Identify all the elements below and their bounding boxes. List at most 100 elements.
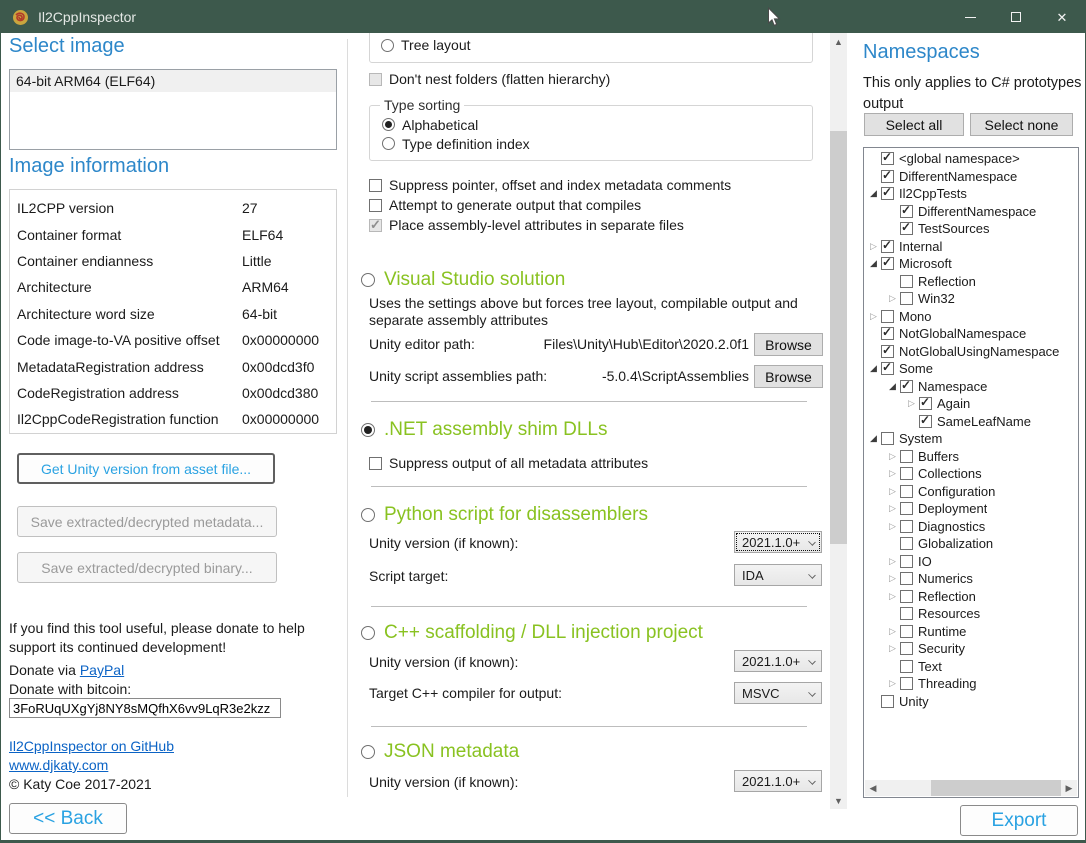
namespace-checkbox[interactable] <box>881 152 894 165</box>
namespace-checkbox[interactable] <box>881 187 894 200</box>
tree-item[interactable]: Namespace <box>866 378 1077 396</box>
vs-solution-radio[interactable] <box>361 273 375 287</box>
type-sorting-option[interactable]: Alphabetical <box>382 115 530 134</box>
namespace-checkbox[interactable] <box>881 310 894 323</box>
namespace-checkbox[interactable] <box>919 397 932 410</box>
namespace-checkbox[interactable] <box>900 205 913 218</box>
py-unity-version-select[interactable]: 2021.1.0+ <box>734 531 822 553</box>
back-button[interactable]: << Back <box>9 803 127 834</box>
namespace-checkbox[interactable] <box>881 695 894 708</box>
cpp-compiler-select[interactable]: MSVC <box>734 682 822 704</box>
tree-item[interactable]: Win32 <box>866 290 1077 308</box>
tree-item[interactable]: IO <box>866 553 1077 571</box>
suppress-metadata-checkbox[interactable] <box>369 457 382 470</box>
tree-layout-radio[interactable] <box>381 39 394 52</box>
expander-icon[interactable] <box>866 433 881 444</box>
python-script-option[interactable]: Python script for disassemblers <box>361 504 648 526</box>
namespace-checkbox[interactable] <box>919 415 932 428</box>
tree-item[interactable]: System <box>866 430 1077 448</box>
tree-item[interactable]: Configuration <box>866 483 1077 501</box>
namespace-checkbox[interactable] <box>900 537 913 550</box>
option-checkbox[interactable] <box>369 219 382 232</box>
tree-item[interactable]: Text <box>866 658 1077 676</box>
expander-icon[interactable] <box>885 678 900 689</box>
type-sorting-radio[interactable] <box>382 137 395 150</box>
vs-solution-option[interactable]: Visual Studio solution <box>361 269 565 291</box>
expander-icon[interactable] <box>885 521 900 532</box>
tree-item[interactable]: DifferentNamespace <box>866 203 1077 221</box>
option-checkbox-row[interactable]: Suppress pointer, offset and index metad… <box>369 175 731 195</box>
tree-item[interactable]: Globalization <box>866 535 1077 553</box>
expander-icon[interactable] <box>866 363 881 374</box>
namespace-checkbox[interactable] <box>881 362 894 375</box>
select-none-button[interactable]: Select none <box>970 113 1073 136</box>
namespace-checkbox[interactable] <box>900 485 913 498</box>
script-assemblies-path-value[interactable]: -5.0.4\ScriptAssemblies <box>541 368 749 384</box>
json-unity-version-select[interactable]: 2021.1.0+ <box>734 770 822 792</box>
tree-item[interactable]: NotGlobalUsingNamespace <box>866 343 1077 361</box>
tree-item[interactable]: Internal <box>866 238 1077 256</box>
tree-item[interactable]: Threading <box>866 675 1077 693</box>
image-listbox[interactable]: 64-bit ARM64 (ELF64) <box>9 69 337 150</box>
cpp-project-radio[interactable] <box>361 626 375 640</box>
tree-item[interactable]: Numerics <box>866 570 1077 588</box>
namespace-checkbox[interactable] <box>900 572 913 585</box>
paypal-link[interactable]: PayPal <box>80 662 124 678</box>
option-checkbox[interactable] <box>369 179 382 192</box>
namespace-checkbox[interactable] <box>900 555 913 568</box>
option-checkbox-row[interactable]: Place assembly-level attributes in separ… <box>369 215 731 235</box>
tree-item[interactable]: Microsoft <box>866 255 1077 273</box>
script-target-select[interactable]: IDA <box>734 564 822 586</box>
namespace-checkbox[interactable] <box>881 257 894 270</box>
select-all-button[interactable]: Select all <box>864 113 964 136</box>
namespace-checkbox[interactable] <box>900 502 913 515</box>
tree-item[interactable]: Security <box>866 640 1077 658</box>
namespace-checkbox[interactable] <box>900 625 913 638</box>
expander-icon[interactable] <box>866 188 881 199</box>
website-link[interactable]: www.djkaty.com <box>9 757 108 773</box>
json-metadata-radio[interactable] <box>361 745 375 759</box>
tree-item[interactable]: Resources <box>866 605 1077 623</box>
namespace-checkbox[interactable] <box>881 432 894 445</box>
expander-icon[interactable] <box>885 486 900 497</box>
tree-layout-option[interactable]: Tree layout <box>381 37 471 53</box>
save-metadata-button[interactable]: Save extracted/decrypted metadata... <box>17 506 277 537</box>
tree-item[interactable]: Deployment <box>866 500 1077 518</box>
type-sorting-option[interactable]: Type definition index <box>382 134 530 153</box>
tree-item[interactable]: <global namespace> <box>866 150 1077 168</box>
namespace-checkbox[interactable] <box>900 292 913 305</box>
tree-item[interactable]: DifferentNamespace <box>866 168 1077 186</box>
expander-icon[interactable] <box>885 643 900 654</box>
tree-item[interactable]: Reflection <box>866 273 1077 291</box>
options-scrollbar[interactable]: ▲ ▼ <box>830 33 847 809</box>
image-list-item[interactable]: 64-bit ARM64 (ELF64) <box>10 70 336 92</box>
maximize-button[interactable] <box>993 1 1039 33</box>
namespace-checkbox[interactable] <box>900 380 913 393</box>
python-script-radio[interactable] <box>361 508 375 522</box>
namespace-checkbox[interactable] <box>900 467 913 480</box>
flatten-checkbox[interactable] <box>369 73 382 86</box>
expander-icon[interactable] <box>885 293 900 304</box>
tree-horizontal-scrollbar[interactable]: ◀ ▶ <box>865 780 1077 796</box>
tree-item[interactable]: Diagnostics <box>866 518 1077 536</box>
namespace-checkbox[interactable] <box>881 345 894 358</box>
tree-item[interactable]: Buffers <box>866 448 1077 466</box>
shim-dlls-option[interactable]: .NET assembly shim DLLs <box>361 419 608 441</box>
tree-item[interactable]: SameLeafName <box>866 413 1077 431</box>
expander-icon[interactable] <box>885 381 900 392</box>
type-sorting-radio[interactable] <box>382 118 395 131</box>
expander-icon[interactable] <box>866 241 881 252</box>
namespace-checkbox[interactable] <box>900 660 913 673</box>
option-checkbox-row[interactable]: Attempt to generate output that compiles <box>369 195 731 215</box>
expander-icon[interactable] <box>885 626 900 637</box>
scrollbar-thumb[interactable] <box>830 131 847 544</box>
get-unity-version-button[interactable]: Get Unity version from asset file... <box>17 453 275 484</box>
expander-icon[interactable] <box>885 591 900 602</box>
browse-editor-path-button[interactable]: Browse <box>754 333 823 356</box>
scroll-down-icon[interactable]: ▼ <box>830 792 847 809</box>
browse-assemblies-path-button[interactable]: Browse <box>754 365 823 388</box>
tree-item[interactable]: TestSources <box>866 220 1077 238</box>
expander-icon[interactable] <box>885 556 900 567</box>
expander-icon[interactable] <box>885 468 900 479</box>
tree-item[interactable]: Unity <box>866 693 1077 711</box>
